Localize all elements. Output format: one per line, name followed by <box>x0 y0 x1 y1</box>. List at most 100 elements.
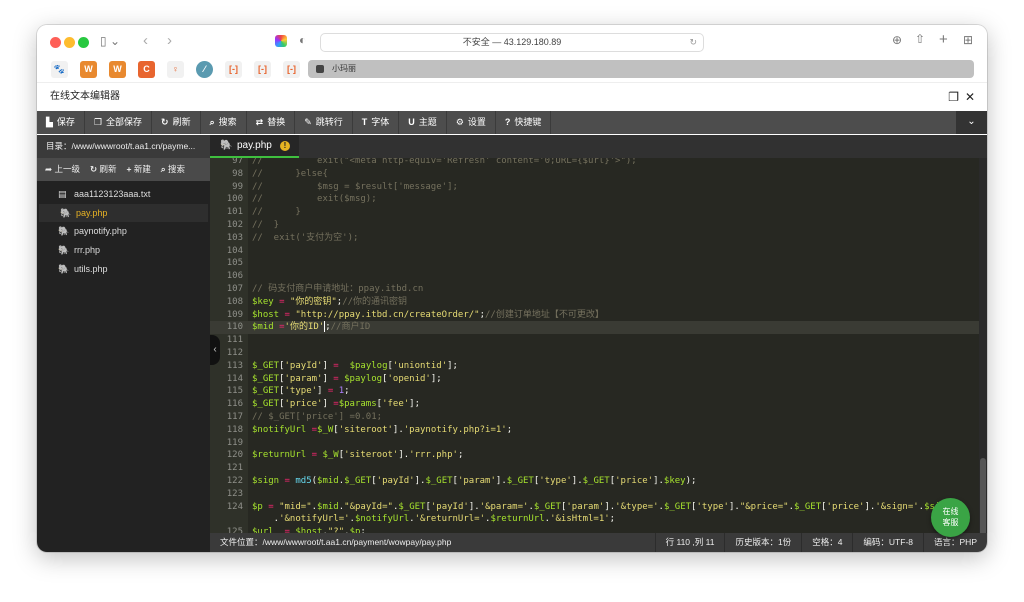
file-item[interactable]: 🐘 rrr.php <box>37 241 210 260</box>
toolbar-button-3[interactable]: ⌕ 搜索 <box>201 111 247 134</box>
toolbar-button-label: 快捷键 <box>514 117 542 127</box>
line-text: // } <box>252 219 279 232</box>
close-window-button[interactable] <box>50 37 61 48</box>
sidebar-action-2[interactable]: + 新建 <box>127 158 151 181</box>
file-item[interactable]: 🐘 pay.php <box>39 203 208 223</box>
toolbar-button-2[interactable]: ↻ 刷新 <box>152 111 201 134</box>
minimize-window-button[interactable] <box>64 37 75 48</box>
bookmark-bracket-icon[interactable]: [-] <box>254 61 271 78</box>
sidebar-toggle-icon[interactable]: ▯ ⌄ <box>100 34 120 48</box>
editor-tab-bar: 🐘 pay.php! <box>210 135 987 158</box>
code-token: // }else{ <box>252 168 328 179</box>
share-icon[interactable]: ⇧ <box>915 32 925 46</box>
code-token: $mid <box>252 322 274 333</box>
toolbar-button-6[interactable]: T 字体 <box>353 111 400 134</box>
forward-icon[interactable]: › <box>167 32 172 49</box>
code-token: = <box>306 424 318 435</box>
code-token: "&payId=" <box>344 501 393 512</box>
toolbar-expand-chevron-icon[interactable]: ⌄ <box>956 111 987 134</box>
code-token: $_GET <box>533 501 561 512</box>
vertical-scrollbar[interactable] <box>979 158 987 552</box>
line-number: 125 <box>226 527 243 533</box>
collapse-sidebar-button[interactable]: ‹ <box>210 335 220 365</box>
code-token: // exit('支付为空'); <box>252 232 359 243</box>
line-number: 100 <box>226 194 243 205</box>
toolbar-button-label: 搜索 <box>218 117 237 127</box>
code-token: 'rrr.php' <box>409 450 458 461</box>
code-token: = <box>327 360 350 371</box>
code-token: 'payId' <box>284 360 323 371</box>
sidebar-action-1[interactable]: ↻ 刷新 <box>90 158 117 181</box>
code-token: ]; <box>409 399 421 410</box>
file-item[interactable]: 🐘 paynotify.php <box>37 222 210 241</box>
line-number: 110 <box>226 322 243 333</box>
code-token: ); <box>685 476 697 486</box>
reload-icon[interactable]: ↻ <box>689 34 697 51</box>
code-token: 'payId' <box>376 476 415 486</box>
code-token: // } <box>252 220 280 230</box>
code-token: // $_GET['price'] =0.01; <box>252 412 383 422</box>
restore-icon[interactable]: ❐ <box>948 83 959 111</box>
chat-label: 客服 <box>942 518 959 527</box>
toolbar-button-8[interactable]: ⚙ 设置 <box>447 111 496 134</box>
code-line: 103 // exit('支付为空'); <box>210 232 979 245</box>
back-icon[interactable]: ‹ <box>143 32 148 49</box>
code-editor[interactable]: 🐘 pay.php! 97 // exit("<meta http-equiv='R… <box>210 135 987 552</box>
bookmark-w-icon[interactable]: W <box>80 61 97 78</box>
encoding-setting[interactable]: 编码：UTF-8 <box>852 533 923 552</box>
toolbar-button-0[interactable]: ▙ 保存 <box>37 111 85 134</box>
new-tab-icon[interactable]: + <box>939 31 948 48</box>
code-line: 99 // $msg = $result['message']; <box>210 181 979 194</box>
status-bar: 文件位置：/www/wwwroot/t.aa1.cn/payment/wowpa… <box>210 533 987 552</box>
address-bar[interactable]: 不安全 — 43.129.180.89 ↻ <box>320 33 704 52</box>
bookmark-baidu-icon[interactable]: 🐾 <box>51 61 68 78</box>
zoom-window-button[interactable] <box>78 37 89 48</box>
directory-path: 目录：/www/wwwroot/t.aa1.cn/payme... <box>37 135 210 158</box>
file-item[interactable]: ▤ aaa1123123aaa.txt <box>37 185 210 204</box>
bookmark-bracket-icon[interactable]: [-] <box>225 61 242 78</box>
line-number: 105 <box>226 258 243 269</box>
toolbar-button-9[interactable]: ? 快捷键 <box>496 111 552 134</box>
line-number: 117 <box>226 412 243 422</box>
code-token: 'price' <box>615 476 654 486</box>
privacy-shield-icon[interactable]: ◐ <box>299 33 306 47</box>
code-line: 118 $notifyUrl =$_W['siteroot'].'paynotif… <box>210 424 979 437</box>
toolbar-button-1[interactable]: ❐ 全部保存 <box>85 111 153 134</box>
toolbar-button-4[interactable]: ⇄ 替换 <box>247 111 296 134</box>
code-token: 'type' <box>696 501 729 512</box>
toolbar-button-label: 字体 <box>371 117 390 127</box>
browser-tab[interactable]: 小玛丽 <box>308 60 974 78</box>
indent-setting[interactable]: 空格：4 <box>801 533 852 552</box>
code-token: $_GET <box>663 501 692 512</box>
sidebar-action-0[interactable]: ➦ 上一级 <box>45 158 80 181</box>
file-item[interactable]: 🐘 utils.php <box>37 260 210 279</box>
bookmark-w-icon[interactable]: W <box>109 61 126 78</box>
sidebar-action-3[interactable]: ⌕ 搜索 <box>161 158 185 181</box>
tab-overview-icon[interactable]: ⊞ <box>963 33 973 47</box>
line-text: $_GET['param'] = $paylog['openid']; <box>252 373 442 386</box>
theme-icon: U <box>408 117 415 127</box>
history-versions[interactable]: 历史版本：1份 <box>724 533 801 552</box>
code-area[interactable]: 97 // exit("<meta http-equiv='Refresh' co… <box>210 158 979 533</box>
downloads-icon[interactable]: ⊕ <box>892 33 902 47</box>
line-text: $key = "你的密钥";//你的通讯密钥 <box>252 296 407 309</box>
editor-toolbar: ▙ 保存 ❐ 全部保存 ↻ 刷新 ⌕ 搜索 ⇄ 替换 ✎ 跳转行 T 字体 U 主题 ⚙ 设置? 快捷键 ⌄ <box>37 111 987 134</box>
code-line: 122 $sign = md5($mid.$_GET['payId'].$_GET… <box>210 475 979 488</box>
file-name: paynotify.php <box>74 226 127 237</box>
tab-pay-php[interactable]: 🐘 pay.php! <box>210 135 299 158</box>
line-number: 102 <box>226 220 243 230</box>
toolbar-button-7[interactable]: U 主题 <box>399 111 447 134</box>
code-token: ; <box>609 514 616 525</box>
code-token: = <box>273 296 290 307</box>
bookmark-c-icon[interactable]: C <box>138 61 155 78</box>
toolbar-button-5[interactable]: ✎ 跳转行 <box>295 111 353 134</box>
bookmark-code-icon[interactable]: ⁄ <box>196 61 213 78</box>
line-number: 97 <box>232 158 243 166</box>
extension-icon[interactable] <box>275 35 287 47</box>
online-support-button[interactable]: 在线 客服 <box>931 498 970 537</box>
bookmark-bracket-icon[interactable]: [-] <box>283 61 300 78</box>
code-token: 'param' <box>457 476 496 486</box>
bookmark-lightbulb-icon[interactable]: ♀ <box>167 61 184 78</box>
close-icon[interactable]: ✕ <box>965 83 975 111</box>
cursor-position[interactable]: 行 110 ,列 11 <box>654 533 725 552</box>
